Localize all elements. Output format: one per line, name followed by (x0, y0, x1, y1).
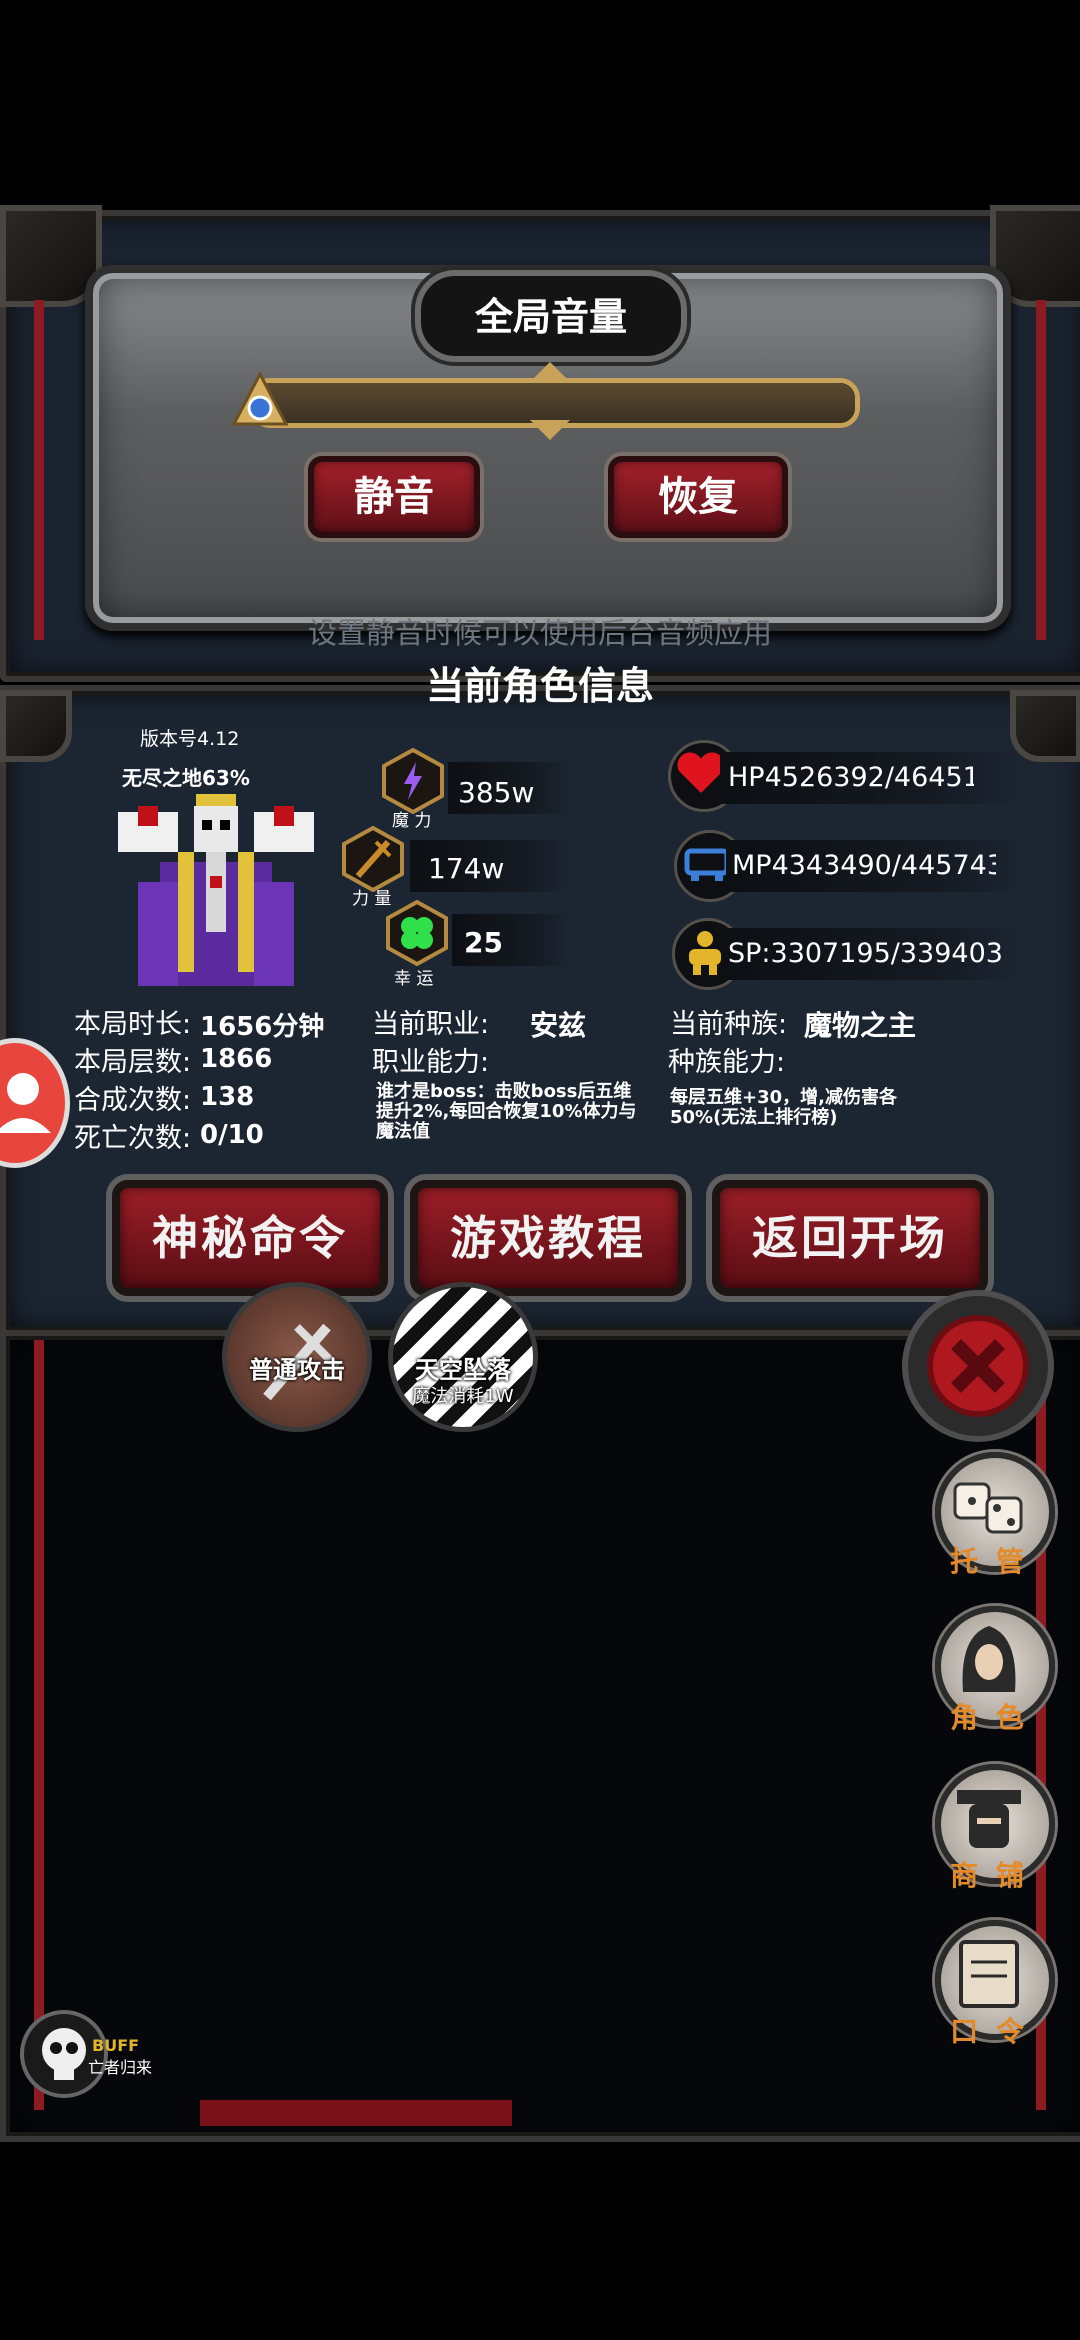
bottom-red-bar (200, 2100, 512, 2126)
buff-name: 亡者归来 (88, 2058, 153, 2077)
duration-label: 本局时长: (74, 1009, 192, 1040)
battle-frame (0, 1330, 1080, 2142)
volume-hint: 设置静音时候可以使用后台音频应用 (307, 616, 772, 650)
race-ability-label: 种族能力: (668, 1047, 786, 1078)
sp-value: SP:3307195/3394039 (728, 938, 1002, 969)
job-ability-desc: 谁才是boss：击败boss后五维提升2%,每回合恢复10%体力与魔法值 (376, 1081, 637, 1142)
floors-value: 1866 (200, 1044, 273, 1074)
magic-value: 385w (458, 776, 535, 809)
volume-slider-fill (255, 383, 855, 423)
red-side-bar (34, 300, 44, 640)
magic-icon (380, 747, 446, 815)
code-label: 口 令 (950, 2015, 1028, 2048)
slider-ornament (530, 420, 570, 440)
volume-title: 全局音量 (474, 295, 627, 339)
luck-icon (384, 899, 450, 967)
normal-attack-label: 普通攻击 (249, 1356, 345, 1384)
race-ability-desc: 每层五维+30，增,减伤害各50%(无法上排行榜) (670, 1087, 897, 1128)
version-label: 版本号4.12 (140, 728, 240, 750)
hood-icon (962, 1626, 1016, 1692)
user-float-button[interactable] (0, 1038, 70, 1168)
luck-label: 幸 运 (394, 969, 434, 989)
close-button[interactable] (902, 1290, 1054, 1442)
map-progress: 无尽之地63% (122, 766, 250, 790)
floors-label: 本局层数: (74, 1047, 192, 1078)
job-label: 当前职业: (372, 1009, 490, 1040)
mute-button[interactable]: 静音 (308, 456, 480, 538)
luck-value: 25 (464, 926, 503, 959)
job-value: 安兹 (530, 1009, 587, 1042)
red-side-bar (1036, 300, 1046, 640)
character-avatar[interactable] (118, 792, 314, 988)
shop-icon (957, 1790, 1021, 1848)
strength-icon (340, 825, 406, 893)
user-icon (0, 1073, 51, 1133)
job-ability-label: 职业能力: (372, 1047, 490, 1078)
race-label: 当前种族: (670, 1009, 788, 1040)
shop-label: 商 铺 (950, 1859, 1028, 1892)
buff-label: BUFF (92, 2036, 140, 2055)
auto-play-label: 托 管 (950, 1545, 1028, 1578)
volume-slider-handle[interactable] (231, 370, 289, 428)
death-label: 死亡次数: (74, 1123, 192, 1154)
synth-label: 合成次数: (74, 1085, 192, 1116)
slider-ornament (530, 362, 570, 382)
mp-value: MP4343490/445743 (732, 850, 996, 881)
red-side-bar (34, 1340, 44, 2110)
sky-fall-cost: 魔法消耗1W (412, 1386, 514, 1407)
tutorial-button[interactable]: 游戏教程 (410, 1180, 686, 1296)
close-icon (927, 1315, 1029, 1417)
return-start-button[interactable]: 返回开场 (712, 1180, 988, 1296)
sky-fall-label: 天空坠落 (415, 1356, 511, 1384)
restore-button[interactable]: 恢复 (608, 456, 788, 538)
character-section-title: 当前角色信息 (425, 664, 654, 708)
hp-value: HP4526392/46451 (728, 762, 974, 793)
strength-value: 174w (428, 852, 505, 885)
book-icon (959, 1940, 1019, 2008)
duration-value: 1656分钟 (200, 1012, 325, 1042)
synth-value: 138 (200, 1082, 255, 1112)
role-label: 角 色 (950, 1701, 1028, 1734)
secret-command-button[interactable]: 神秘命令 (112, 1180, 388, 1296)
death-value: 0/10 (200, 1120, 264, 1150)
race-value: 魔物之主 (804, 1009, 917, 1042)
